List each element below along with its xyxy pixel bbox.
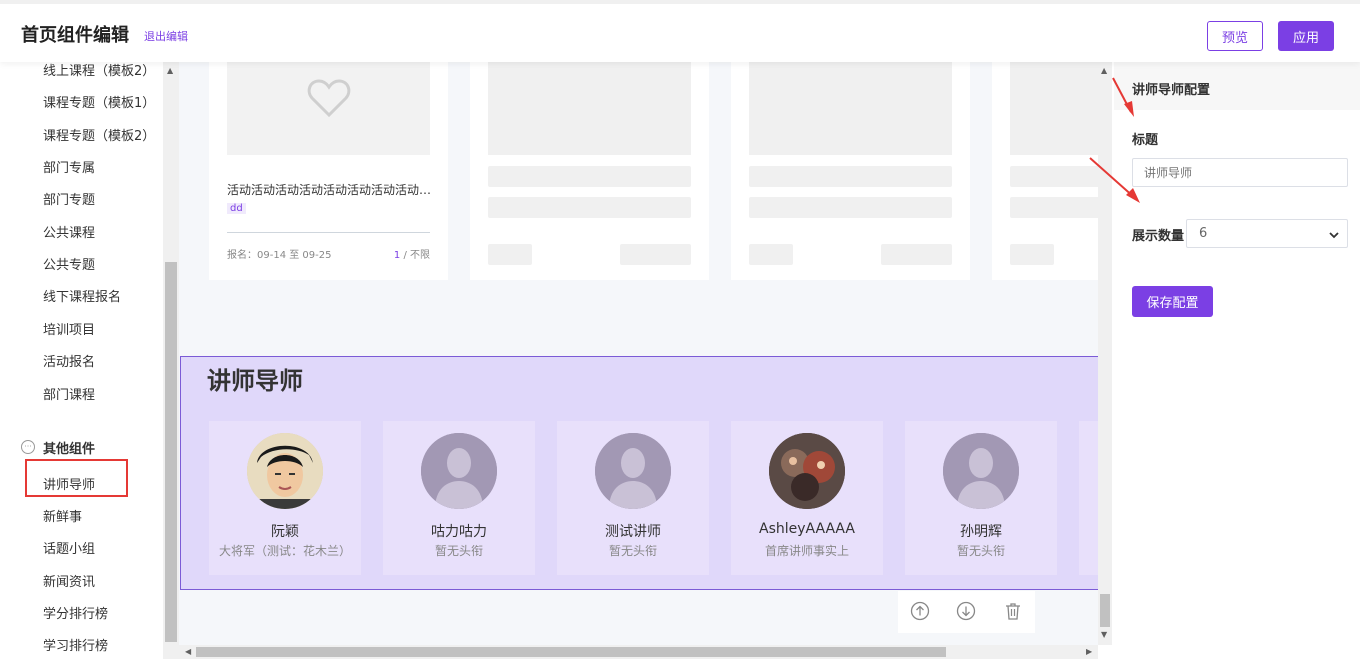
- title-field-label: 标题: [1132, 133, 1159, 148]
- lecturer-subtitle: 暂无头衔: [608, 544, 657, 558]
- sidebar-item-lecturer[interactable]: 讲师导师: [43, 474, 95, 493]
- heart-icon: [307, 79, 351, 118]
- move-up-icon[interactable]: [910, 601, 930, 621]
- group-title-other: 其他组件: [43, 442, 96, 457]
- sidebar-item[interactable]: 课程专题（模板1）: [43, 92, 155, 111]
- panel-title: 讲师导师配置: [1132, 83, 1211, 98]
- count-limit: / 不限: [400, 250, 430, 261]
- scroll-left-arrow-icon[interactable]: ◀: [185, 647, 191, 656]
- canvas-vertical-scroll-thumb[interactable]: [1100, 594, 1110, 627]
- sidebar-item[interactable]: 线下课程报名: [43, 286, 121, 305]
- chevron-down-icon: [1329, 232, 1339, 239]
- sidebar-item[interactable]: 话题小组: [43, 538, 95, 557]
- sidebar-item[interactable]: 新鲜事: [43, 506, 82, 525]
- preview-canvas: 活动活动活动活动活动活动活动活动活动 dd 报名：09-14 至 09-25 1…: [179, 62, 1098, 645]
- skeleton-line: [1010, 197, 1098, 218]
- activity-card[interactable]: 活动活动活动活动活动活动活动活动活动 dd 报名：09-14 至 09-25 1…: [209, 62, 448, 280]
- lecturer-subtitle: 大将军（测试：花木兰）: [219, 544, 352, 558]
- scroll-up-arrow-icon[interactable]: ▲: [167, 66, 173, 75]
- top-header: 首页组件编辑 退出编辑 预览 应用: [0, 0, 1360, 62]
- page-title: 首页组件编辑: [21, 25, 129, 46]
- canvas-vertical-scrollbar[interactable]: [1098, 62, 1112, 645]
- lecturer-card[interactable]: 孙明辉 暂无头衔: [905, 421, 1057, 575]
- sidebar-item[interactable]: 部门专题: [43, 189, 95, 208]
- lecturer-card[interactable]: 测试讲师 暂无头衔: [557, 421, 709, 575]
- skeleton-image: [1010, 62, 1098, 155]
- skeleton-line: [488, 166, 691, 187]
- sidebar-item[interactable]: 培训项目: [43, 319, 95, 338]
- lecturer-card[interactable]: 咕力咕力 暂无头衔: [383, 421, 535, 575]
- exit-edit-link[interactable]: 退出编辑: [144, 28, 188, 44]
- sidebar-scroll-thumb[interactable]: [165, 262, 177, 642]
- skeleton-image: [488, 62, 691, 155]
- move-down-icon[interactable]: [956, 601, 976, 621]
- title-input[interactable]: [1132, 158, 1348, 187]
- scroll-right-arrow-icon[interactable]: ▶: [1086, 647, 1092, 656]
- sidebar-item[interactable]: 公共专题: [43, 254, 95, 273]
- skeleton-line: [749, 166, 952, 187]
- activity-count: 1 / 不限: [394, 246, 430, 261]
- lecturer-section-title: 讲师导师: [207, 367, 303, 395]
- skeleton-card: [470, 62, 709, 280]
- divider: [227, 232, 430, 233]
- skeleton-card: [731, 62, 970, 280]
- sidebar-item[interactable]: 部门专属: [43, 157, 95, 176]
- lecturer-name: 阮颖: [271, 524, 299, 540]
- default-avatar: [943, 433, 1019, 509]
- display-count-select[interactable]: 6: [1186, 219, 1348, 248]
- default-avatar: [421, 433, 497, 509]
- config-panel: 讲师导师配置 标题 展示数量 6 保存配置: [1114, 62, 1360, 659]
- sidebar-item[interactable]: 活动报名: [43, 351, 95, 370]
- display-count-value: 6: [1199, 226, 1208, 241]
- sidebar-item[interactable]: 公共课程: [43, 222, 95, 241]
- game-avatar: [769, 433, 845, 509]
- skeleton-card: [992, 62, 1098, 280]
- photo-avatar: [247, 433, 323, 509]
- skeleton-line: [488, 244, 532, 265]
- lecturer-section[interactable]: 讲师导师 阮颖 大将军（测试：花木兰） 咕力咕力 暂无头衔 测试讲师 暂无头衔 …: [180, 356, 1098, 590]
- sidebar-item[interactable]: 部门课程: [43, 384, 95, 403]
- sidebar-item[interactable]: 学分排行榜: [43, 603, 108, 622]
- lecturer-subtitle: 首席讲师事实上: [764, 544, 849, 558]
- delete-icon[interactable]: [1003, 601, 1023, 621]
- skeleton-line: [881, 244, 952, 265]
- sidebar-item[interactable]: 线上课程（模板2）: [43, 62, 155, 79]
- ellipsis-icon: ···: [21, 440, 35, 454]
- lecturer-card[interactable]: 阮颖 大将军（测试：花木兰）: [209, 421, 361, 575]
- sidebar-item[interactable]: 学习排行榜: [43, 635, 108, 654]
- skeleton-line: [488, 197, 691, 218]
- skeleton-line: [1010, 166, 1098, 187]
- lecturer-card[interactable]: AshleyAAAAA 首席讲师事实上: [731, 421, 883, 575]
- lecturer-name: 测试讲师: [605, 524, 661, 540]
- default-avatar: [595, 433, 671, 509]
- skeleton-image: [749, 62, 952, 155]
- scroll-up-arrow-icon[interactable]: ▲: [1101, 66, 1107, 75]
- component-sidebar: 线上课程（模板2） 课程专题（模板1） 课程专题（模板2） 部门专属 部门专题 …: [0, 62, 163, 659]
- skeleton-line: [749, 197, 952, 218]
- activity-image-placeholder: [227, 62, 430, 155]
- lecturer-name: 咕力咕力: [431, 524, 487, 540]
- skeleton-line: [620, 244, 691, 265]
- sidebar-item[interactable]: 课程专题（模板2）: [43, 125, 155, 144]
- skeleton-line: [1010, 244, 1054, 265]
- save-config-button[interactable]: 保存配置: [1132, 286, 1213, 317]
- component-toolbar: [898, 591, 1035, 633]
- activity-title: 活动活动活动活动活动活动活动活动活动: [227, 183, 432, 197]
- lecturer-card-partial[interactable]: [1079, 421, 1098, 575]
- scroll-down-arrow-icon[interactable]: ▼: [1101, 630, 1107, 639]
- lecturer-subtitle: 暂无头衔: [956, 544, 1005, 558]
- lecturer-subtitle: 暂无头衔: [434, 544, 483, 558]
- skeleton-line: [749, 244, 793, 265]
- apply-button[interactable]: 应用: [1278, 21, 1334, 51]
- panel-header: 讲师导师配置: [1114, 62, 1360, 110]
- preview-button[interactable]: 预览: [1207, 21, 1263, 51]
- sidebar-item[interactable]: 新闻资讯: [43, 571, 95, 590]
- count-field-label: 展示数量: [1132, 229, 1185, 244]
- activity-date: 报名：09-14 至 09-25: [227, 250, 332, 261]
- activity-tag: dd: [227, 203, 246, 214]
- lecturer-name: 孙明辉: [960, 524, 1002, 540]
- lecturer-name: AshleyAAAAA: [759, 521, 855, 537]
- canvas-horizontal-scroll-thumb[interactable]: [196, 647, 946, 657]
